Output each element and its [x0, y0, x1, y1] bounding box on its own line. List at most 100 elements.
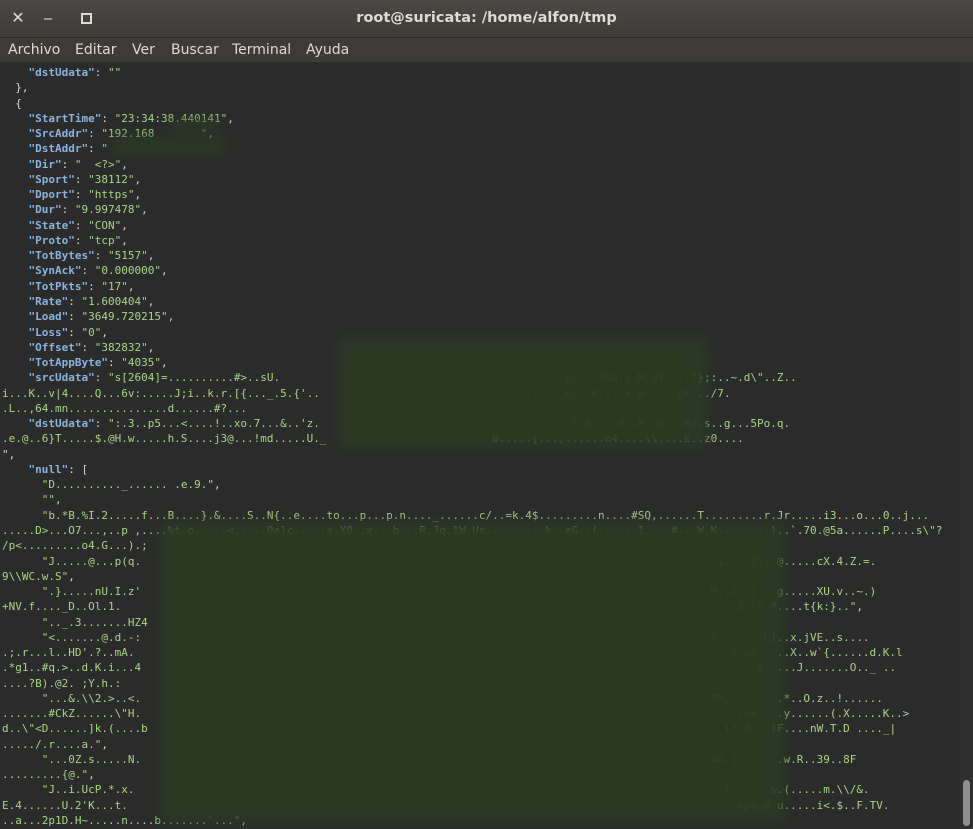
terminal-text: "tcp" — [88, 233, 122, 247]
terminal-text: "DstAddr" — [28, 142, 89, 156]
terminal-text: , — [127, 279, 135, 293]
menu-terminal[interactable]: Terminal — [232, 38, 291, 63]
terminal-text: : — [74, 218, 89, 232]
terminal-text: d..\"<D......]k.(....b — [2, 722, 148, 736]
title-bar[interactable]: ✕ ‒ root@suricata: /home/alfon/tmp — [0, 0, 973, 37]
terminal-text: : — [61, 203, 75, 217]
terminal-text: "dstUdata" — [28, 417, 95, 431]
terminal-text: "1.600404" — [81, 294, 148, 308]
terminal-text: "D.........._...... .e.9." — [41, 478, 214, 492]
terminal-text: "State" — [28, 218, 75, 232]
terminal-text: , — [121, 157, 128, 171]
terminal-text: : — [61, 157, 75, 171]
terminal-text: "srcUdata" — [28, 371, 95, 385]
terminal-text: , — [147, 294, 155, 308]
terminal-text: /p<.........o4.G...).; — [2, 539, 148, 553]
terminal-text: "17" — [101, 279, 128, 293]
terminal-output[interactable]: "dstUdata": "" }, { "StartTime": "23:34:… — [0, 62, 960, 829]
terminal-text: "StartTime" — [28, 111, 102, 125]
menu-editar[interactable]: Editar — [75, 38, 116, 63]
terminal-text: ...../.r....a." — [2, 737, 102, 751]
terminal-text: : — [81, 264, 95, 278]
terminal-text: "SynAck" — [28, 264, 82, 278]
terminal-text: ":.3..p5...<....!..xo.7...&..'z. — [107, 417, 320, 431]
terminal-text: "Offset" — [28, 340, 82, 354]
redacted-region — [338, 338, 708, 448]
terminal-text: { — [2, 96, 22, 110]
terminal-text: .L..,64.mn...............d......#?... — [2, 401, 248, 415]
menu-buscar[interactable]: Buscar — [171, 38, 219, 63]
terminal-text: , — [88, 768, 95, 782]
terminal-text: "dstUdata" — [28, 66, 95, 79]
terminal-text: : — [94, 417, 108, 431]
terminal-line: "D.........._...... .e.9.", — [2, 477, 960, 492]
terminal-line: "SynAck": "0.000000", — [2, 263, 960, 278]
menu-bar: Archivo Editar Ver Buscar Terminal Ayuda — [0, 37, 973, 63]
terminal-text: : — [94, 371, 108, 385]
terminal-text: "TotPkts" — [28, 279, 89, 293]
terminal-text: .;.r...l..HD'.?..mA. — [2, 646, 135, 660]
terminal-text: : — [68, 325, 82, 339]
menu-ayuda[interactable]: Ayuda — [306, 38, 349, 63]
terminal-text: "J..i.UcP.*.x. — [41, 783, 135, 797]
terminal-text: "0.000000" — [94, 264, 161, 278]
menu-ver[interactable]: Ver — [132, 38, 155, 63]
terminal-text: , — [134, 172, 142, 186]
terminal-text: "J.....@...p(q. — [41, 554, 142, 568]
terminal-text: "Sport" — [28, 172, 75, 186]
terminal-text: : — [88, 279, 102, 293]
terminal-text: .e.@..6}T.....$.@H.w.....h.S....j3@...!m… — [2, 432, 327, 446]
terminal-text: i...K..v|4....Q...6v:.....J;i..k.r.[{...… — [2, 386, 320, 400]
terminal-text: 9\\WC.w.S" — [2, 569, 69, 583]
terminal-line: }, — [2, 80, 960, 95]
terminal-text: "382832" — [94, 340, 148, 354]
terminal-text: "Proto" — [28, 233, 75, 247]
terminal-text: " <?>" — [74, 157, 122, 171]
terminal-text: , — [147, 249, 155, 263]
terminal-line: "null": [ — [2, 462, 960, 477]
terminal-scrollbar[interactable] — [960, 62, 973, 829]
redacted-region — [170, 120, 220, 132]
terminal-text: : — [94, 66, 108, 79]
terminal-text: "5157" — [107, 249, 148, 263]
redacted-region — [160, 522, 785, 822]
terminal-text: "Dur" — [28, 203, 62, 217]
terminal-text: , — [134, 188, 142, 202]
terminal-text: : — [74, 188, 89, 202]
terminal-text: "https" — [88, 188, 135, 202]
terminal-text: "TotBytes" — [28, 249, 95, 263]
terminal-text: "" — [41, 493, 55, 507]
terminal-line: "Dport": "https", — [2, 187, 960, 202]
terminal-text: "...0Z.s.....N. — [41, 752, 142, 766]
menu-archivo[interactable]: Archivo — [8, 38, 60, 63]
terminal-text: "s[2604]=..........#>..sU. — [107, 371, 281, 385]
terminal-text: "38112" — [88, 172, 135, 186]
terminal-line: "Proto": "tcp", — [2, 233, 960, 248]
scrollbar-thumb[interactable] — [963, 780, 970, 826]
terminal-text: "3649.720215" — [81, 310, 168, 324]
terminal-text: , — [856, 600, 863, 614]
terminal-text: " — [101, 142, 108, 156]
terminal-text: : — [88, 127, 102, 141]
redacted-region — [112, 137, 224, 155]
terminal-text: , — [101, 737, 108, 751]
terminal-text: , — [147, 340, 155, 354]
terminal-text: "9.997478" — [74, 203, 142, 217]
terminal-text: .........{@." — [2, 768, 89, 782]
terminal-line: { — [2, 96, 960, 111]
terminal-text: , — [68, 569, 75, 583]
terminal-text: E.4......U.2'K...t. — [2, 798, 128, 812]
terminal-text: : — [68, 310, 82, 324]
terminal-line: "", — [2, 492, 960, 507]
window-title: root@suricata: /home/alfon/tmp — [356, 10, 617, 26]
terminal-text: : — [74, 233, 89, 247]
